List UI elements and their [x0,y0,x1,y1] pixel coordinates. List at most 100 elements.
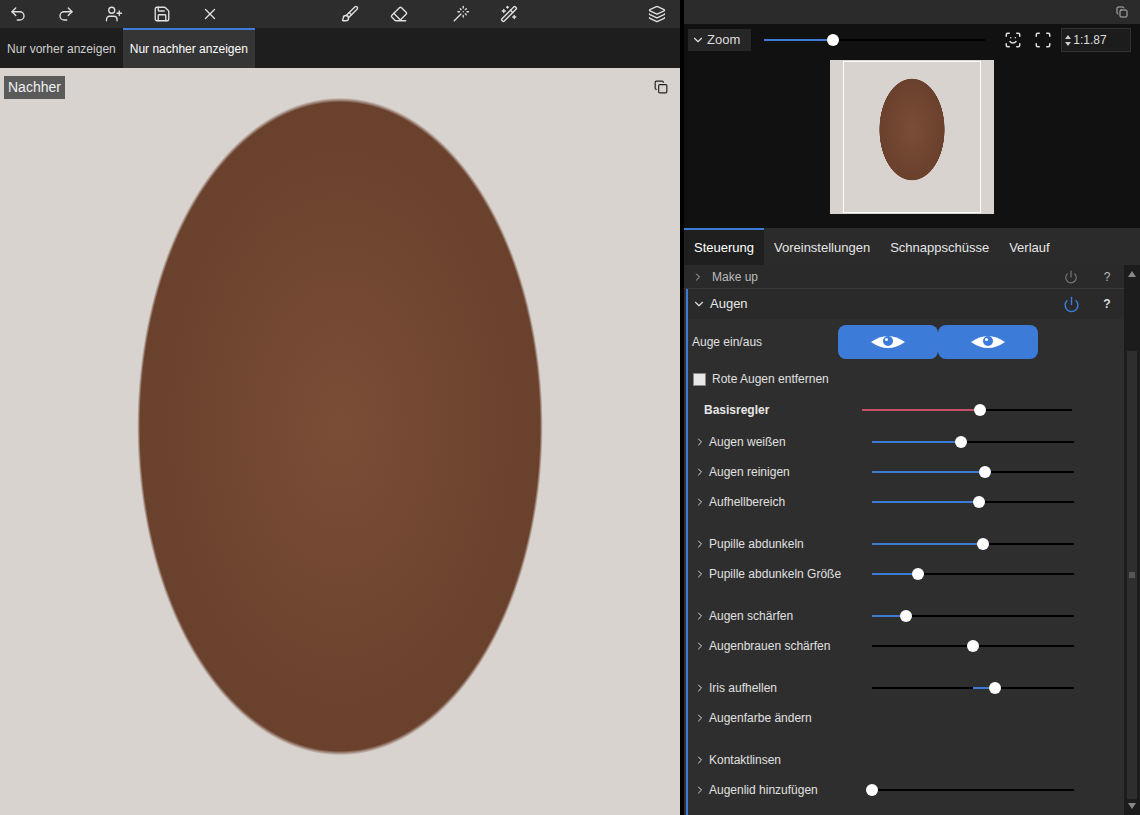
zoom-ratio[interactable]: 1:1.87 [1061,28,1131,52]
control-slider[interactable] [872,495,1074,509]
control-row: Aufhellbereich [688,487,1124,517]
fill-button[interactable] [1033,31,1053,49]
brush-icon [341,5,359,23]
panel-tab[interactable]: Voreinstellungen [764,228,880,265]
zoom-toggle[interactable]: Zoom [688,29,751,51]
redo[interactable] [48,0,84,28]
chevron-right-icon [694,538,706,550]
undo[interactable] [0,0,36,28]
eye-toggle-button[interactable] [838,325,938,359]
view-tab[interactable]: Nur vorher anzeigen [0,28,123,68]
red-eye-checkbox[interactable] [693,373,706,386]
row-expander[interactable]: Augenlid hinzufügen [694,781,872,799]
slider-knob[interactable] [979,466,991,478]
chevron-right-icon [694,568,706,580]
control-slider[interactable] [872,537,1074,551]
save-icon [153,5,171,23]
scrollbar[interactable] [1124,265,1140,815]
control-row: Augen reinigen [688,457,1124,487]
control-slider[interactable] [872,567,1074,581]
slider-track [872,789,1074,791]
master-row: Basisregler [688,393,1124,427]
eye-toggle-row: Auge ein/aus [688,319,1124,365]
slider-track [862,409,1072,411]
slider-knob[interactable] [973,496,985,508]
row-expander[interactable]: Iris aufhellen [694,679,872,697]
help-button[interactable]: ? [1100,268,1114,286]
magic-wand-icon [500,5,518,23]
power-icon[interactable] [1063,296,1080,313]
control-slider[interactable] [872,435,1074,449]
eye-toggle-button[interactable] [938,325,1038,359]
slider-knob[interactable] [866,784,878,796]
row-expander[interactable]: Augenfarbe ändern [694,709,872,727]
panel-tab[interactable]: Steuerung [684,228,764,265]
slider-knob[interactable] [955,436,967,448]
eraser-icon [390,5,408,23]
row-expander[interactable]: Aufhellbereich [694,493,872,511]
side-panel: Zoom 1:1.87 SteuerungVoreinstellungenSchna… [684,0,1140,815]
add-face[interactable] [96,0,132,28]
control-row: Pupille abdunkeln [688,529,1124,559]
slider-knob[interactable] [900,610,912,622]
slider-group: Kontaktlinsen Augenlid hinzufügen [688,745,1124,805]
chevron-right-icon [692,271,704,283]
stepper-icon [1065,35,1071,46]
section-header[interactable]: Make up? [684,265,1124,289]
control-slider[interactable] [872,465,1074,479]
row-expander[interactable]: Augen weißen [694,433,872,451]
magic-wand[interactable] [491,0,527,28]
row-expander[interactable]: Pupille abdunkeln [694,535,872,553]
slider-fill [862,409,980,411]
control-slider[interactable] [872,783,1074,797]
section-header[interactable]: Augen? [688,289,1124,319]
control-row: Augen weißen [688,427,1124,457]
power-icon[interactable] [1064,270,1078,284]
app-window: Nur vorher anzeigenNur nachher anzeigenN… [0,0,1140,815]
control-slider[interactable] [872,639,1074,653]
brush[interactable] [332,0,368,28]
control-row: Augenbrauen schärfen [688,631,1124,661]
layers[interactable] [639,0,675,28]
row-expander[interactable]: Augenbrauen schärfen [694,637,872,655]
wand[interactable] [443,0,479,28]
row-expander[interactable]: Augen reinigen [694,463,872,481]
panel-tab[interactable]: Verlauf [999,228,1059,265]
scroll-down-icon[interactable] [1128,799,1136,813]
chevron-right-icon [694,610,706,622]
row-expander[interactable]: Pupille abdunkeln Größe [694,565,872,583]
panel-topbar [684,0,1140,24]
view-tab[interactable]: Nur nachher anzeigen [123,28,255,68]
photo: Nachher [0,68,680,815]
master-slider[interactable] [862,403,1072,417]
slider-knob[interactable] [989,682,1001,694]
slider-knob[interactable] [977,538,989,550]
slider-knob[interactable] [967,640,979,652]
eraser[interactable] [381,0,417,28]
row-expander[interactable]: Augen schärfen [694,607,872,625]
red-eye-row: Rote Augen entfernen [688,365,1124,393]
slider-knob[interactable] [912,568,924,580]
chevron-down-icon [691,33,705,47]
help-button[interactable]: ? [1100,295,1114,313]
slider-knob[interactable] [827,34,839,46]
zoom-slider[interactable] [764,33,985,47]
fit-button[interactable] [1003,31,1023,49]
panel-tab[interactable]: Schnappschüsse [880,228,999,265]
close[interactable] [192,0,228,28]
detach-button[interactable] [654,80,668,94]
slider-knob[interactable] [974,404,986,416]
restore-icon[interactable] [1116,6,1128,18]
control-row: Augenlid hinzufügen [688,775,1124,805]
save[interactable] [144,0,180,28]
scroll-up-icon[interactable] [1128,267,1136,281]
view-tabs: Nur vorher anzeigenNur nachher anzeigen [0,28,680,68]
eyes-section: Augen?Auge ein/ausRote Augen entfernenBa… [686,289,1124,815]
navigator-frame[interactable] [830,60,994,214]
scroll-thumb[interactable] [1127,351,1137,799]
control-slider[interactable] [872,609,1074,623]
control-slider[interactable] [872,681,1074,695]
preview-area: Nur vorher anzeigenNur nachher anzeigenN… [0,0,680,815]
row-expander[interactable]: Kontaktlinsen [694,751,872,769]
slider-fill [872,471,985,473]
